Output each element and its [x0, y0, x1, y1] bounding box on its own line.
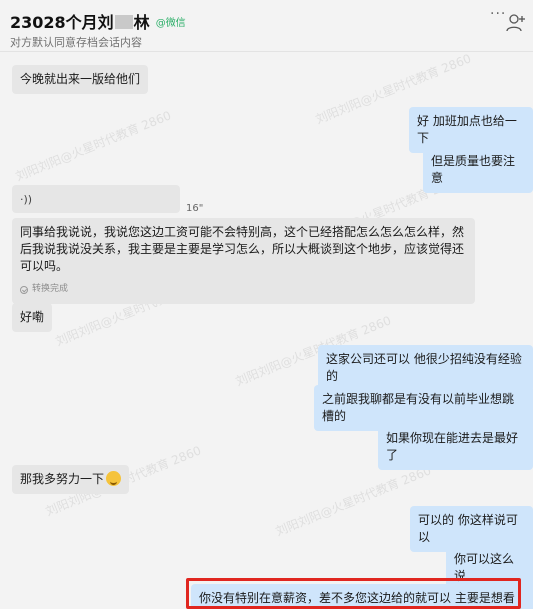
archive-consent-notice: 对方默认同意存档会话内容 [10, 36, 142, 49]
message-bubble-sent[interactable]: 但是质量也要注意 [423, 147, 533, 193]
wechat-source-tag: @微信 [155, 17, 186, 29]
chat-title-prefix: 23028个月刘 [10, 13, 114, 32]
message-bubble-sent[interactable]: 如果你现在能进去是最好了 [378, 424, 533, 470]
watermark: 刘阳刘阳@火星时代教育 2860 [13, 108, 174, 184]
voice-duration: 16" [186, 203, 204, 214]
red-highlight-box [186, 578, 521, 609]
add-member-icon[interactable] [505, 12, 527, 34]
voice-transcript-bubble[interactable]: 同事给我说说，我说您这边工资可能不会特别高，这个已经搭配怎么怎么怎么样，然后我说… [12, 218, 475, 304]
voice-message-bubble[interactable]: ·)) [12, 185, 180, 213]
transcript-status-label: 转换完成 [32, 284, 69, 294]
voice-wave-icon: ·)) [20, 193, 33, 206]
chat-header: 23028个月刘林 @微信 对方默认同意存档会话内容 ··· [0, 0, 533, 52]
sweat-smile-emoji-icon [106, 471, 122, 486]
check-circle-icon [20, 285, 28, 294]
voice-transcript-text: 同事给我说说，我说您这边工资可能不会特别高，这个已经搭配怎么怎么怎么样，然后我说… [20, 225, 465, 273]
redacted-name-mask [114, 15, 133, 29]
message-bubble-received[interactable]: 好嘞 [12, 303, 53, 332]
chat-title-row: 23028个月刘林 @微信 [10, 9, 186, 33]
chat-title[interactable]: 23028个月刘林 [10, 9, 150, 33]
message-bubble-received[interactable]: 那我多努力一下 [12, 465, 130, 494]
message-bubble-received[interactable]: 今晚就出来一版给他们 [12, 65, 149, 94]
more-icon[interactable]: ··· [490, 6, 506, 22]
message-text: 那我多努力一下 [20, 472, 105, 486]
chat-title-suffix: 林 [133, 13, 150, 32]
transcript-status: 转换完成 [20, 281, 467, 298]
message-list[interactable]: 刘阳刘阳@火星时代教育 2860 刘阳刘阳@火星时代教育 2860 刘阳刘阳@火… [0, 52, 533, 609]
